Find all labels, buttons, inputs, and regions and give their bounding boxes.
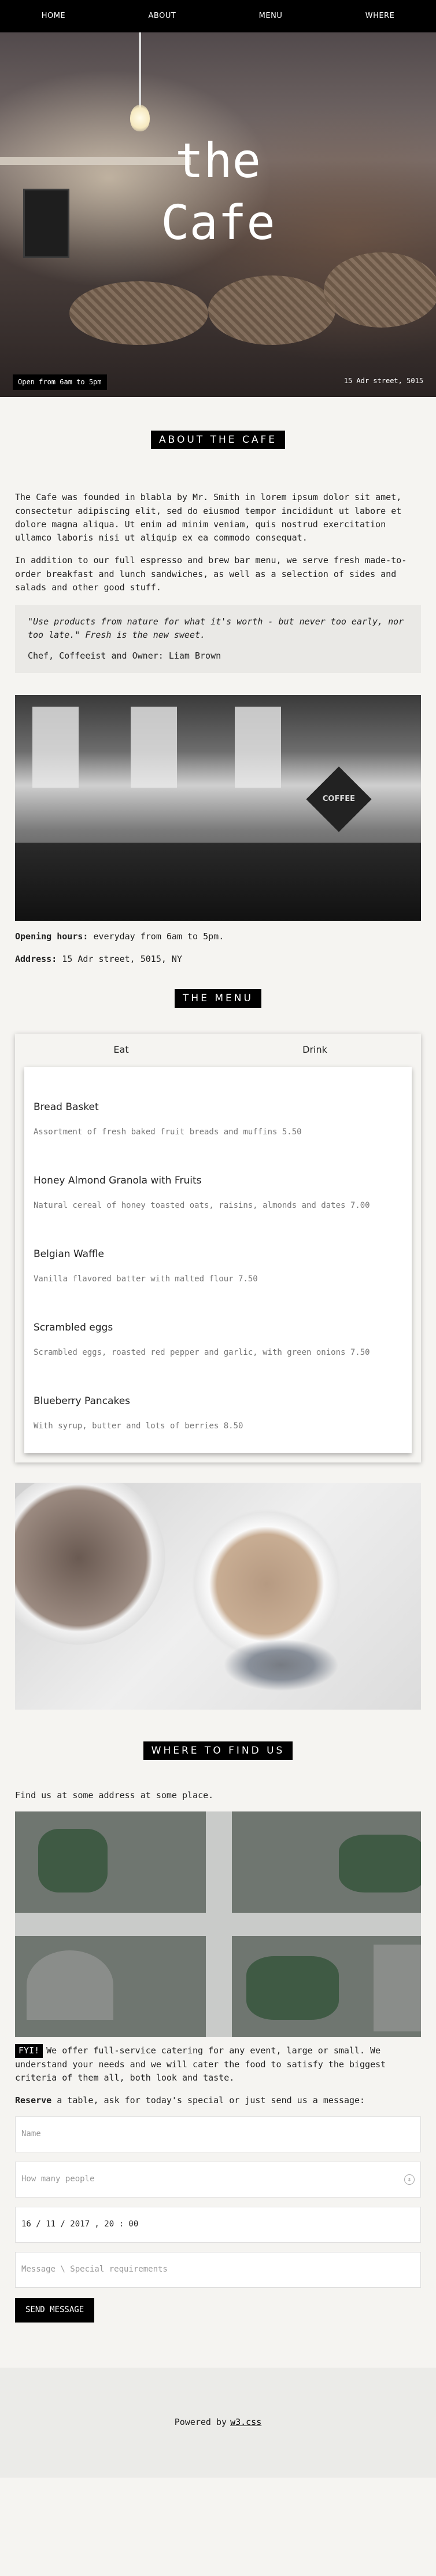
catering-text: FYI! We offer full-service catering for a… [15, 2044, 421, 2085]
opening-hours: Opening hours: everyday from 6am to 5pm. [15, 930, 421, 943]
name-input[interactable]: Name [15, 2116, 421, 2153]
about-section: ABOUT THE CAFE The Cafe was founded in b… [0, 431, 436, 966]
hero-basket [208, 275, 335, 345]
reserve-text: Reserve a table, ask for today's special… [15, 2094, 421, 2107]
menu-item: Honey Almond Granola with Fruits Natural … [34, 1150, 402, 1223]
hero-image: the Cafe Open from 6am to 5pm 15 Adr str… [0, 32, 436, 397]
footer: Powered by w3.css [0, 2367, 436, 2478]
menu-item-desc: Natural cereal of honey toasted oats, ra… [34, 1201, 370, 1211]
footer-link[interactable]: w3.css [230, 2416, 261, 2429]
hero-basket [324, 252, 436, 328]
menu-item-desc: Assortment of fresh baked fruit breads a… [34, 1127, 302, 1137]
address-label: Address: [15, 954, 57, 965]
message-placeholder: Message \ Special requirements [21, 2265, 168, 2274]
about-paragraph-2: In addition to our full espresso and bre… [15, 555, 407, 593]
menu-title-wrap: THE MENU [15, 989, 421, 1008]
where-intro: Find us at some address at some place. [15, 1790, 214, 1801]
hero-lamp-cord [139, 32, 141, 108]
nav-about[interactable]: ABOUT [149, 10, 176, 22]
map-park [339, 1835, 421, 1893]
about-title: ABOUT THE CAFE [151, 431, 285, 450]
tab-eat[interactable]: Eat [24, 1043, 218, 1057]
fyi-text: We offer full-service catering for any e… [15, 2045, 386, 2083]
image-bowl [15, 1482, 165, 1645]
map-block [27, 1950, 113, 2020]
menu-item-name: Scrambled eggs [34, 1321, 113, 1333]
menu-item-name: Blueberry Pancakes [34, 1395, 131, 1407]
quote-author: Chef, Coffeeist and Owner: Liam Brown [28, 650, 221, 661]
interior-counter [15, 842, 421, 921]
map-park [246, 1956, 339, 2020]
menu-item: Blueberry Pancakes With syrup, butter and… [34, 1370, 402, 1453]
nav-home[interactable]: HOME [42, 10, 65, 22]
menu-item-desc: With syrup, butter and lots of berries 8… [34, 1421, 243, 1431]
menu-item: Scrambled eggs Scrambled eggs, roasted re… [34, 1297, 402, 1370]
coffee-sign: COFFEE [306, 766, 372, 832]
menu-item: Belgian Waffle Vanilla flavored batter wi… [34, 1223, 402, 1297]
hero-title: the Cafe [0, 131, 436, 254]
address-value: 15 Adr street, 5015, NY [57, 954, 182, 965]
interior-window [32, 706, 79, 788]
menu-item-name: Honey Almond Granola with Fruits [34, 1174, 202, 1186]
menu-item-desc: Scrambled eggs, roasted red pepper and g… [34, 1348, 370, 1358]
people-placeholder: How many people [21, 2174, 95, 2184]
map-block [374, 1945, 421, 2032]
name-placeholder: Name [21, 2129, 41, 2139]
about-paragraph-1: The Cafe was founded in blabla by Mr. Sm… [15, 492, 402, 543]
where-title-wrap: WHERE TO FIND US [15, 1741, 421, 1761]
where-section: WHERE TO FIND US Find us at some address… [0, 1741, 436, 2323]
nav-menu[interactable]: MENU [259, 10, 283, 22]
menu-section: THE MENU Eat Drink Bread Basket Assortmen… [0, 989, 436, 1710]
image-saucer-shadow [223, 1638, 339, 1691]
coffee-sign-label: COFFEE [322, 794, 356, 803]
about-title-wrap: ABOUT THE CAFE [15, 431, 421, 450]
interior-window [235, 706, 281, 788]
menu-title: THE MENU [175, 989, 261, 1008]
menu-item-desc: Vanilla flavored batter with malted flou… [34, 1274, 258, 1284]
reserve-bold: Reserve [15, 2095, 52, 2106]
map-road [206, 1811, 232, 2038]
stepper-icon[interactable]: ⇕ [404, 2174, 415, 2185]
menu-list: Bread Basket Assortment of fresh baked fr… [24, 1067, 412, 1453]
menu-item-name: Bread Basket [34, 1101, 99, 1113]
hero-address: 15 Adr street, 5015 [343, 377, 423, 385]
hero-title-line1: the [175, 134, 261, 189]
nav-where[interactable]: WHERE [365, 10, 395, 22]
footer-text: Powered by [174, 2417, 227, 2428]
people-input[interactable]: How many people ⇕ [15, 2162, 421, 2198]
menu-card: Eat Drink Bread Basket Assortment of fres… [15, 1033, 421, 1462]
hero-open-badge: Open from 6am to 5pm [13, 374, 107, 390]
cafe-interior-image: COFFEE [15, 694, 421, 921]
hero-bulb [130, 105, 150, 131]
interior-window [131, 706, 177, 788]
owner-quote: "Use products from nature for what it's … [15, 605, 421, 673]
hero-title-line2: Cafe [161, 195, 275, 251]
datetime-input[interactable]: 16 / 11 / 2017 , 20 : 00 [15, 2207, 421, 2243]
send-message-button[interactable]: SEND MESSAGE [15, 2298, 95, 2323]
aerial-map-image [15, 1811, 421, 2038]
coffee-cup-image [15, 1482, 421, 1710]
top-nav: HOME ABOUT MENU WHERE [0, 0, 436, 32]
image-cup [189, 1505, 345, 1662]
where-title: WHERE TO FIND US [143, 1741, 293, 1761]
hero-basket [69, 281, 208, 345]
reserve-rest: a table, ask for today's special or just… [51, 2095, 365, 2106]
quote-tail: Fresh is the new sweet. [80, 630, 206, 641]
address-line: Address: 15 Adr street, 5015, NY [15, 953, 421, 966]
menu-item-name: Belgian Waffle [34, 1248, 104, 1260]
menu-item: Bread Basket Assortment of fresh baked fr… [34, 1076, 402, 1150]
hours-value: everyday from 6am to 5pm. [88, 931, 224, 942]
message-input[interactable]: Message \ Special requirements [15, 2252, 421, 2288]
map-park [38, 1829, 108, 1893]
tab-drink[interactable]: Drink [218, 1043, 412, 1057]
hours-label: Opening hours: [15, 931, 88, 942]
datetime-value: 16 / 11 / 2017 , 20 : 00 [21, 2219, 139, 2229]
fyi-badge: FYI! [15, 2044, 43, 2058]
menu-tabs: Eat Drink [24, 1034, 412, 1067]
